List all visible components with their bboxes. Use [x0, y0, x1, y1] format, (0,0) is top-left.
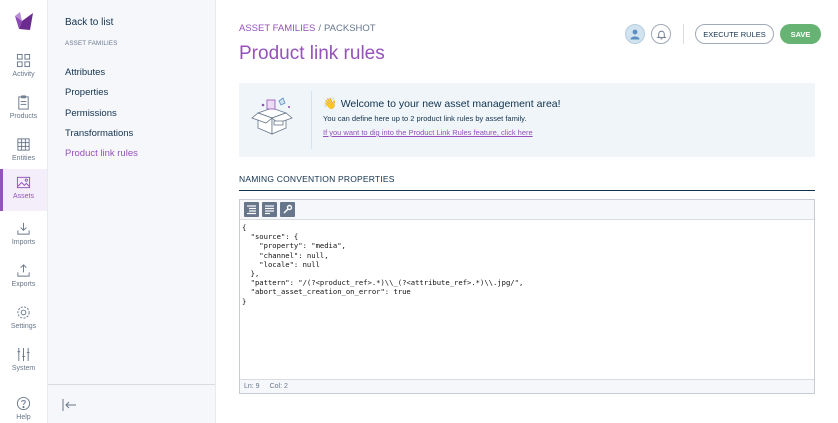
- wave-icon: 👋: [323, 98, 337, 110]
- nav-item-system[interactable]: System: [0, 341, 47, 383]
- main-navigation: Activity Products Entities Assets Import…: [0, 0, 48, 423]
- nav-item-settings[interactable]: Settings: [0, 299, 47, 341]
- helper-divider: [311, 91, 312, 149]
- entities-icon: [17, 138, 30, 151]
- akeneo-logo-icon[interactable]: [13, 10, 35, 32]
- system-icon: [17, 347, 30, 362]
- nav-label-imports: Imports: [11, 239, 36, 246]
- nav-item-imports[interactable]: Imports: [0, 215, 47, 257]
- page-title: Product link rules: [239, 43, 385, 64]
- helper-banner: 👋 Welcome to your new asset management a…: [239, 83, 815, 157]
- activity-icon: [16, 53, 31, 68]
- nav-label-products: Products: [9, 113, 38, 120]
- notifications-button[interactable]: [651, 24, 671, 44]
- compact-icon: [265, 205, 274, 215]
- assets-icon: [16, 176, 31, 189]
- helper-description: You can define here up to 2 product link…: [323, 114, 527, 123]
- asset-family-panel: Back to list ASSET FAMILIES Attributes P…: [48, 0, 216, 423]
- nav-label-assets: Assets: [12, 193, 34, 200]
- nav-label-system: System: [11, 365, 36, 372]
- nav-item-products[interactable]: Products: [0, 89, 47, 131]
- panel-item-transformations[interactable]: Transformations: [65, 128, 133, 139]
- panel-section-label: ASSET FAMILIES: [65, 40, 118, 47]
- helper-welcome-text: Welcome to your new asset management are…: [340, 97, 561, 110]
- panel-item-permissions[interactable]: Permissions: [65, 108, 117, 119]
- panel-divider: [48, 384, 215, 385]
- breadcrumb-asset-families[interactable]: ASSET FAMILIES: [239, 23, 315, 34]
- json-code[interactable]: { "source": { "property": "media", "chan…: [242, 223, 523, 306]
- save-button[interactable]: SAVE: [780, 24, 821, 44]
- cursor-line: Ln: 9: [244, 383, 260, 390]
- collapse-panel-icon[interactable]: [61, 398, 77, 412]
- nav-item-activity[interactable]: Activity: [0, 47, 47, 89]
- editor-statusbar: Ln: 9 Col: 2: [240, 379, 814, 393]
- back-to-list-link[interactable]: Back to list: [65, 17, 113, 28]
- nav-label-settings: Settings: [10, 323, 37, 330]
- wrench-icon: [283, 204, 293, 214]
- nav-item-exports[interactable]: Exports: [0, 257, 47, 299]
- help-icon: [16, 396, 31, 411]
- bell-icon: [656, 30, 666, 39]
- execute-rules-button[interactable]: EXECUTE RULES: [695, 24, 774, 44]
- editor-toolbar: [240, 200, 814, 220]
- products-icon: [18, 95, 29, 110]
- breadcrumb-separator: /: [318, 23, 322, 34]
- breadcrumb: ASSET FAMILIES / PACKSHOT: [239, 23, 376, 34]
- json-editor[interactable]: { "source": { "property": "media", "chan…: [239, 199, 815, 394]
- user-icon: [630, 29, 640, 40]
- breadcrumb-current: PACKSHOT: [324, 23, 376, 34]
- nav-label-help: Help: [16, 414, 31, 421]
- nav-label-entities: Entities: [12, 155, 35, 162]
- repair-json-button[interactable]: [280, 202, 295, 217]
- asset-box-illustration-icon: [251, 97, 293, 135]
- nav-item-entities[interactable]: Entities: [0, 131, 47, 173]
- header-divider: [683, 24, 684, 44]
- helper-welcome: 👋 Welcome to your new asset management a…: [323, 97, 561, 111]
- panel-item-product-link-rules[interactable]: Product link rules: [65, 148, 138, 159]
- panel-item-properties[interactable]: Properties: [65, 87, 108, 98]
- panel-item-attributes[interactable]: Attributes: [65, 67, 105, 78]
- imports-icon: [17, 222, 30, 235]
- nav-item-help[interactable]: Help: [0, 390, 47, 423]
- exports-icon: [17, 264, 30, 277]
- settings-icon: [17, 306, 30, 319]
- format-json-button[interactable]: [244, 202, 259, 217]
- helper-learn-more-link[interactable]: If you want to dig into the Product Link…: [323, 128, 533, 137]
- format-icon: [247, 205, 256, 215]
- section-underline: [239, 190, 815, 191]
- section-title: NAMING CONVENTION PROPERTIES: [239, 174, 395, 184]
- user-avatar[interactable]: [625, 24, 645, 44]
- nav-label-activity: Activity: [12, 71, 35, 78]
- cursor-column: Col: 2: [269, 383, 288, 390]
- nav-label-exports: Exports: [11, 281, 36, 288]
- compact-json-button[interactable]: [262, 202, 277, 217]
- nav-item-assets[interactable]: Assets: [0, 169, 47, 211]
